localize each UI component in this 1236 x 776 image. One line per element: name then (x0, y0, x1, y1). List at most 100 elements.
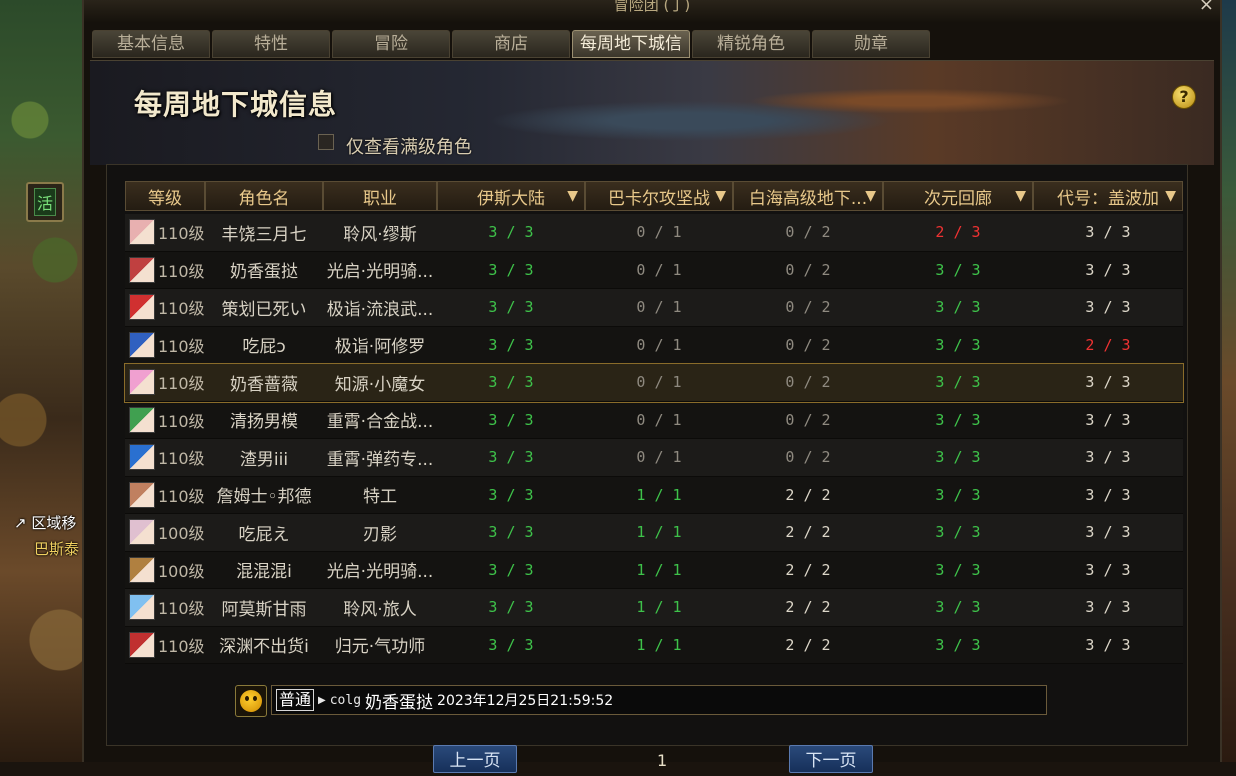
character-job: 刃影 (363, 524, 397, 545)
dungeon-clear-count: 3 / 3 (1085, 223, 1131, 242)
table-row[interactable]: 110级 清扬男模 重霄·合金战... 3 / 3 0 / 1 0 / 2 3 / 3 3 /… (125, 401, 1183, 439)
dungeon-clear-count: 3 / 3 (488, 560, 534, 579)
column-header-7[interactable]: 代号：盖波加 ▼ (1033, 181, 1183, 211)
level-cell: 110级 (125, 331, 205, 358)
max-level-filter-label[interactable]: 仅查看满级角色 (346, 133, 472, 159)
column-header-3[interactable]: 伊斯大陆 ▼ (437, 181, 585, 211)
tab-6[interactable]: 勋章 (812, 30, 930, 58)
page-title: 每周地下城信息 (134, 88, 338, 121)
sort-arrow-icon[interactable]: ▼ (1015, 188, 1026, 204)
level-text: 110级 (158, 336, 205, 356)
tab-4[interactable]: 每周地下城信息 (572, 30, 690, 80)
level-text: 110级 (158, 636, 205, 656)
dungeon-clear-count: 1 / 1 (636, 635, 682, 654)
dungeon-clear-count: 3 / 3 (1085, 410, 1131, 429)
max-level-filter-checkbox[interactable] (318, 134, 334, 150)
table-row[interactable]: 100级 吃屁え 刃影 3 / 3 1 / 1 2 / 2 3 / 3 3 / 3 (125, 514, 1183, 552)
dungeon-clear-count: 0 / 2 (785, 373, 831, 392)
sort-arrow-icon[interactable]: ▼ (567, 188, 578, 204)
table-header: 等级 角色名 职业 伊斯大陆 ▼ 巴卡尔攻坚战 ▼ 白海高级地下... ▼ 次元回廊 ▼ 代号：盖波加… (125, 181, 1183, 211)
chat-message-bar[interactable]: 普通 ▶ colg 奶香蛋挞 2023年12月25日21:59:52 (271, 685, 1047, 715)
level-cell: 100级 (125, 519, 205, 546)
sort-arrow-icon[interactable]: ▼ (865, 188, 876, 204)
column-header-4[interactable]: 巴卡尔攻坚战 ▼ (585, 181, 733, 211)
dungeon-clear-count: 3 / 3 (1085, 560, 1131, 579)
table-row[interactable]: 110级 渣男iii 重霄·弹药专... 3 / 3 0 / 1 0 / 2 3 / 3 3 … (125, 439, 1183, 477)
dungeon-clear-count: 3 / 3 (935, 560, 981, 579)
dungeon-clear-count: 3 / 3 (935, 373, 981, 392)
dungeon-clear-count: 0 / 1 (636, 410, 682, 429)
help-icon[interactable]: ? (1172, 85, 1196, 109)
dungeon-clear-count: 3 / 3 (935, 260, 981, 279)
table-row[interactable]: 110级 策划已死い 极诣·流浪武... 3 / 3 0 / 1 0 / 2 3 / 3 3 … (125, 289, 1183, 327)
dungeon-clear-count: 3 / 3 (488, 523, 534, 542)
table-row[interactable]: 110级 深渊不出货i 归元·气功师 3 / 3 1 / 1 2 / 2 3 / 3 3 / … (125, 626, 1183, 664)
tab-5[interactable]: 精锐角色 (692, 30, 810, 58)
dungeon-clear-count: 2 / 2 (785, 635, 831, 654)
tab-3[interactable]: 商店 (452, 30, 570, 58)
avatar (129, 444, 155, 471)
dungeon-clear-count: 1 / 1 (636, 560, 682, 579)
dungeon-clear-count: 0 / 2 (785, 298, 831, 317)
chat-emoji-button[interactable] (235, 685, 267, 717)
avatar (129, 331, 155, 358)
table-row[interactable]: 110级 丰饶三月七 聆风·缪斯 3 / 3 0 / 1 0 / 2 2 / 3 3 / 3 (125, 214, 1183, 252)
dungeon-clear-count: 0 / 2 (785, 260, 831, 279)
column-header-1: 角色名 (205, 181, 323, 211)
adventure-window: 冒险团 (丁) × 基本信息特性冒险商店每周地下城信息精锐角色勋章 每周地下城信… (82, 0, 1222, 773)
avatar (129, 256, 155, 283)
dungeon-clear-count: 3 / 3 (935, 485, 981, 504)
character-name: 奶香蔷薇 (230, 374, 298, 395)
prev-page-button[interactable]: 上一页 (433, 745, 517, 773)
dungeon-clear-count: 3 / 3 (1085, 635, 1131, 654)
dungeon-clear-count: 2 / 2 (785, 560, 831, 579)
table-row[interactable]: 110级 奶香蛋挞 光启·光明骑... 3 / 3 0 / 1 0 / 2 3 / 3 3 /… (125, 251, 1183, 289)
chat-channel-tag: 普通 (276, 689, 315, 711)
character-job: 重霄·合金战... (326, 412, 434, 433)
dungeon-clear-count: 1 / 1 (636, 523, 682, 542)
level-text: 110级 (158, 449, 205, 469)
level-text: 110级 (158, 599, 205, 619)
close-icon[interactable]: × (1199, 0, 1214, 15)
tab-2[interactable]: 冒险 (332, 30, 450, 58)
tab-1[interactable]: 特性 (212, 30, 330, 58)
table-row[interactable]: 110级 吃屁ɔ 极诣·阿修罗 3 / 3 0 / 1 0 / 2 3 / 3 2 / 3 (125, 326, 1183, 364)
dungeon-clear-count: 0 / 2 (785, 335, 831, 354)
dungeon-clear-count: 1 / 1 (636, 485, 682, 504)
chat-timestamp: 2023年12月25日21:59:52 (437, 693, 614, 709)
table-row[interactable]: 100级 混混混i 光启·光明骑... 3 / 3 1 / 1 2 / 2 3 / 3 3 /… (125, 551, 1183, 589)
dungeon-clear-count: 1 / 1 (636, 598, 682, 617)
level-cell: 110级 (125, 481, 205, 508)
character-name: 策划已死い (221, 299, 307, 320)
dungeon-clear-count: 3 / 3 (935, 598, 981, 617)
chat-prefix: colg (329, 692, 362, 708)
character-name: 混混混i (236, 562, 292, 583)
table-row[interactable]: 110级 奶香蔷薇 知源·小魔女 3 / 3 0 / 1 0 / 2 3 / 3 3 / 3 (124, 363, 1184, 403)
character-job: 光启·光明骑... (326, 262, 434, 283)
activity-hud-button[interactable]: 活 (26, 182, 64, 222)
sort-arrow-icon[interactable]: ▼ (715, 188, 726, 204)
dungeon-clear-count: 3 / 3 (1085, 523, 1131, 542)
avatar (129, 556, 155, 583)
column-header-5[interactable]: 白海高级地下... ▼ (733, 181, 883, 211)
character-name: 詹姆士◦邦德 (216, 487, 312, 508)
column-header-6[interactable]: 次元回廊 ▼ (883, 181, 1033, 211)
table-row[interactable]: 110级 詹姆士◦邦德 特工 3 / 3 1 / 1 2 / 2 3 / 3 3 / 3 (125, 476, 1183, 514)
dungeon-clear-count: 3 / 3 (488, 373, 534, 392)
level-cell: 110级 (125, 631, 205, 658)
tab-0[interactable]: 基本信息 (92, 30, 210, 58)
next-page-button[interactable]: 下一页 (789, 745, 873, 773)
character-job: 极诣·阿修罗 (334, 337, 426, 358)
dungeon-clear-count: 0 / 2 (785, 448, 831, 467)
emoji-icon (240, 690, 262, 712)
dungeon-clear-count: 2 / 2 (785, 523, 831, 542)
table-row[interactable]: 110级 阿莫斯甘雨 聆风·旅人 3 / 3 1 / 1 2 / 2 3 / 3 3 / 3 (125, 589, 1183, 627)
level-cell: 110级 (125, 219, 205, 246)
location-text: 巴斯泰 (34, 540, 80, 558)
dungeon-clear-count: 3 / 3 (488, 485, 534, 504)
sort-arrow-icon[interactable]: ▼ (1165, 188, 1176, 204)
avatar (129, 519, 155, 546)
level-cell: 100级 (125, 556, 205, 583)
character-job: 光启·光明骑... (326, 562, 434, 583)
level-text: 110级 (158, 299, 205, 319)
